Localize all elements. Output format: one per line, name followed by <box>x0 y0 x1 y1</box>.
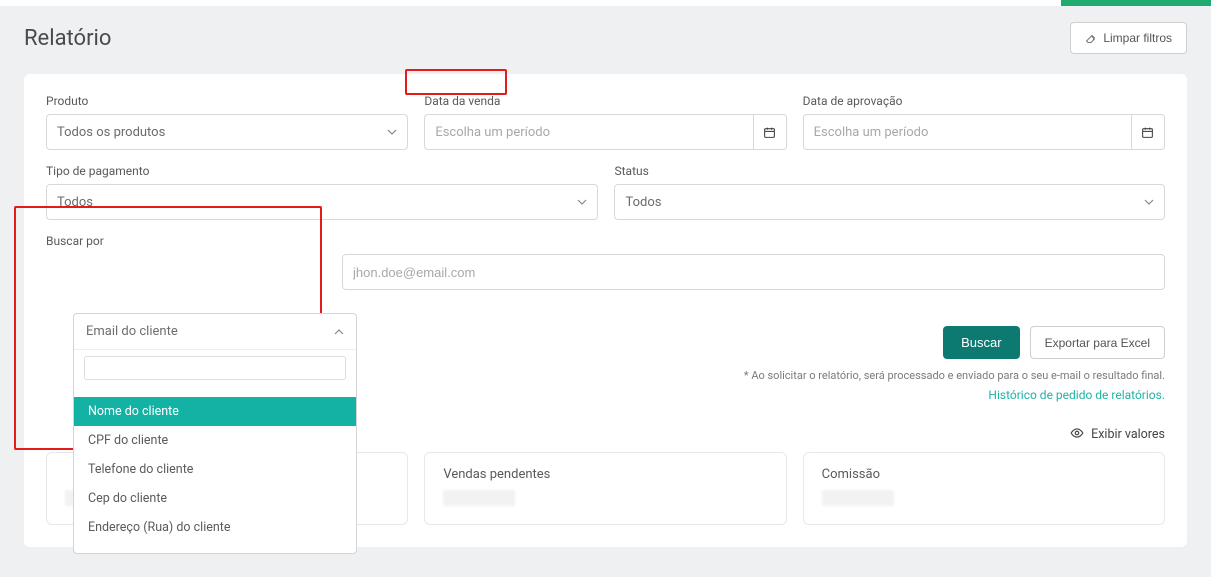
input-data-venda-placeholder: Escolha um período <box>435 125 550 140</box>
buscar-por-dropdown-header[interactable]: Email do cliente <box>74 314 356 350</box>
select-tipo-pagamento-value: Todos <box>57 195 93 210</box>
dropdown-item-endereco[interactable]: Endereço (Rua) do cliente <box>74 513 356 542</box>
field-data-aprovacao: Data de aprovação Escolha um período <box>803 94 1165 150</box>
dropdown-item-cep[interactable]: Cep do cliente <box>74 484 356 513</box>
field-data-venda: Data da venda Escolha um período <box>424 94 786 150</box>
label-data-venda: Data da venda <box>424 94 786 108</box>
label-buscar-por: Buscar por <box>46 234 326 248</box>
eye-icon <box>1070 427 1087 442</box>
select-produto-value: Todos os produtos <box>57 125 165 140</box>
calendar-icon <box>763 126 776 139</box>
input-data-venda[interactable]: Escolha um período <box>424 114 752 150</box>
page-title: Relatório <box>24 26 111 51</box>
select-produto[interactable]: Todos os produtos <box>46 114 408 150</box>
field-tipo-pagamento: Tipo de pagamento Todos <box>46 164 598 220</box>
row-3: Buscar por <box>46 234 1165 290</box>
calendar-button-aprov[interactable] <box>1131 114 1165 150</box>
row-2: Tipo de pagamento Todos Status Todos <box>46 164 1165 220</box>
exibir-valores-link[interactable]: Exibir valores <box>1091 427 1165 442</box>
select-status[interactable]: Todos <box>614 184 1165 220</box>
chevron-down-icon <box>387 129 397 135</box>
exportar-excel-button[interactable]: Exportar para Excel <box>1030 326 1165 359</box>
chevron-down-icon <box>577 199 587 205</box>
topbar <box>0 0 1211 6</box>
input-busca[interactable] <box>342 254 1165 290</box>
calendar-icon <box>1141 126 1154 139</box>
field-busca <box>342 234 1165 290</box>
chevron-up-icon <box>334 329 344 335</box>
label-produto: Produto <box>46 94 408 108</box>
label-busca <box>342 234 1165 248</box>
field-produto: Produto Todos os produtos <box>46 94 408 150</box>
dropdown-item-telefone[interactable]: Telefone do cliente <box>74 455 356 484</box>
clear-filters-button[interactable]: Limpar filtros <box>1070 22 1187 54</box>
label-status: Status <box>614 164 1165 178</box>
stat-card-commission: Comissão <box>803 452 1165 525</box>
dropdown-item-cutoff-bottom[interactable] <box>74 542 356 553</box>
field-buscar-por: Buscar por <box>46 234 326 290</box>
date-aprov-wrap: Escolha um período <box>803 114 1165 150</box>
page-header: Relatório Limpar filtros <box>24 22 1187 54</box>
label-tipo-pagamento: Tipo de pagamento <box>46 164 598 178</box>
eraser-icon <box>1085 32 1097 44</box>
row-1: Produto Todos os produtos Data da venda … <box>46 94 1165 150</box>
stat-card-pending: Vendas pendentes <box>424 452 786 525</box>
stat-value-pending <box>443 490 515 506</box>
field-status: Status Todos <box>614 164 1165 220</box>
select-status-value: Todos <box>625 195 661 210</box>
buscar-button[interactable]: Buscar <box>943 326 1019 359</box>
dropdown-search <box>74 350 356 386</box>
dropdown-list: Nome do cliente CPF do cliente Telefone … <box>74 386 356 553</box>
stat-value-commission <box>822 490 894 506</box>
clear-filters-label: Limpar filtros <box>1103 31 1172 45</box>
date-venda-wrap: Escolha um período <box>424 114 786 150</box>
select-tipo-pagamento[interactable]: Todos <box>46 184 598 220</box>
historico-link[interactable]: Histórico de pedido de relatórios. <box>988 388 1165 402</box>
select-buscar-por-placeholder-space <box>46 254 326 290</box>
calendar-button-venda[interactable] <box>753 114 787 150</box>
input-data-aprovacao[interactable]: Escolha um período <box>803 114 1131 150</box>
stat-label-pending: Vendas pendentes <box>443 467 767 482</box>
buscar-por-dropdown: Email do cliente Nome do cliente CPF do … <box>73 313 357 554</box>
label-data-aprovacao: Data de aprovação <box>803 94 1165 108</box>
input-data-aprovacao-placeholder: Escolha um período <box>814 125 929 140</box>
topbar-accent <box>1061 0 1211 6</box>
chevron-down-icon <box>1144 199 1154 205</box>
dropdown-item-cpf[interactable]: CPF do cliente <box>74 426 356 455</box>
highlight-label <box>405 69 507 95</box>
page: Relatório Limpar filtros Produto Todos o… <box>0 6 1211 577</box>
exportar-label: Exportar para Excel <box>1045 336 1150 350</box>
dropdown-search-input[interactable] <box>84 356 346 380</box>
stat-label-commission: Comissão <box>822 467 1146 482</box>
dropdown-item-cutoff[interactable] <box>74 386 356 397</box>
filter-card: Produto Todos os produtos Data da venda … <box>24 74 1187 547</box>
buscar-por-selected: Email do cliente <box>86 324 178 339</box>
dropdown-item-nome[interactable]: Nome do cliente <box>74 397 356 426</box>
